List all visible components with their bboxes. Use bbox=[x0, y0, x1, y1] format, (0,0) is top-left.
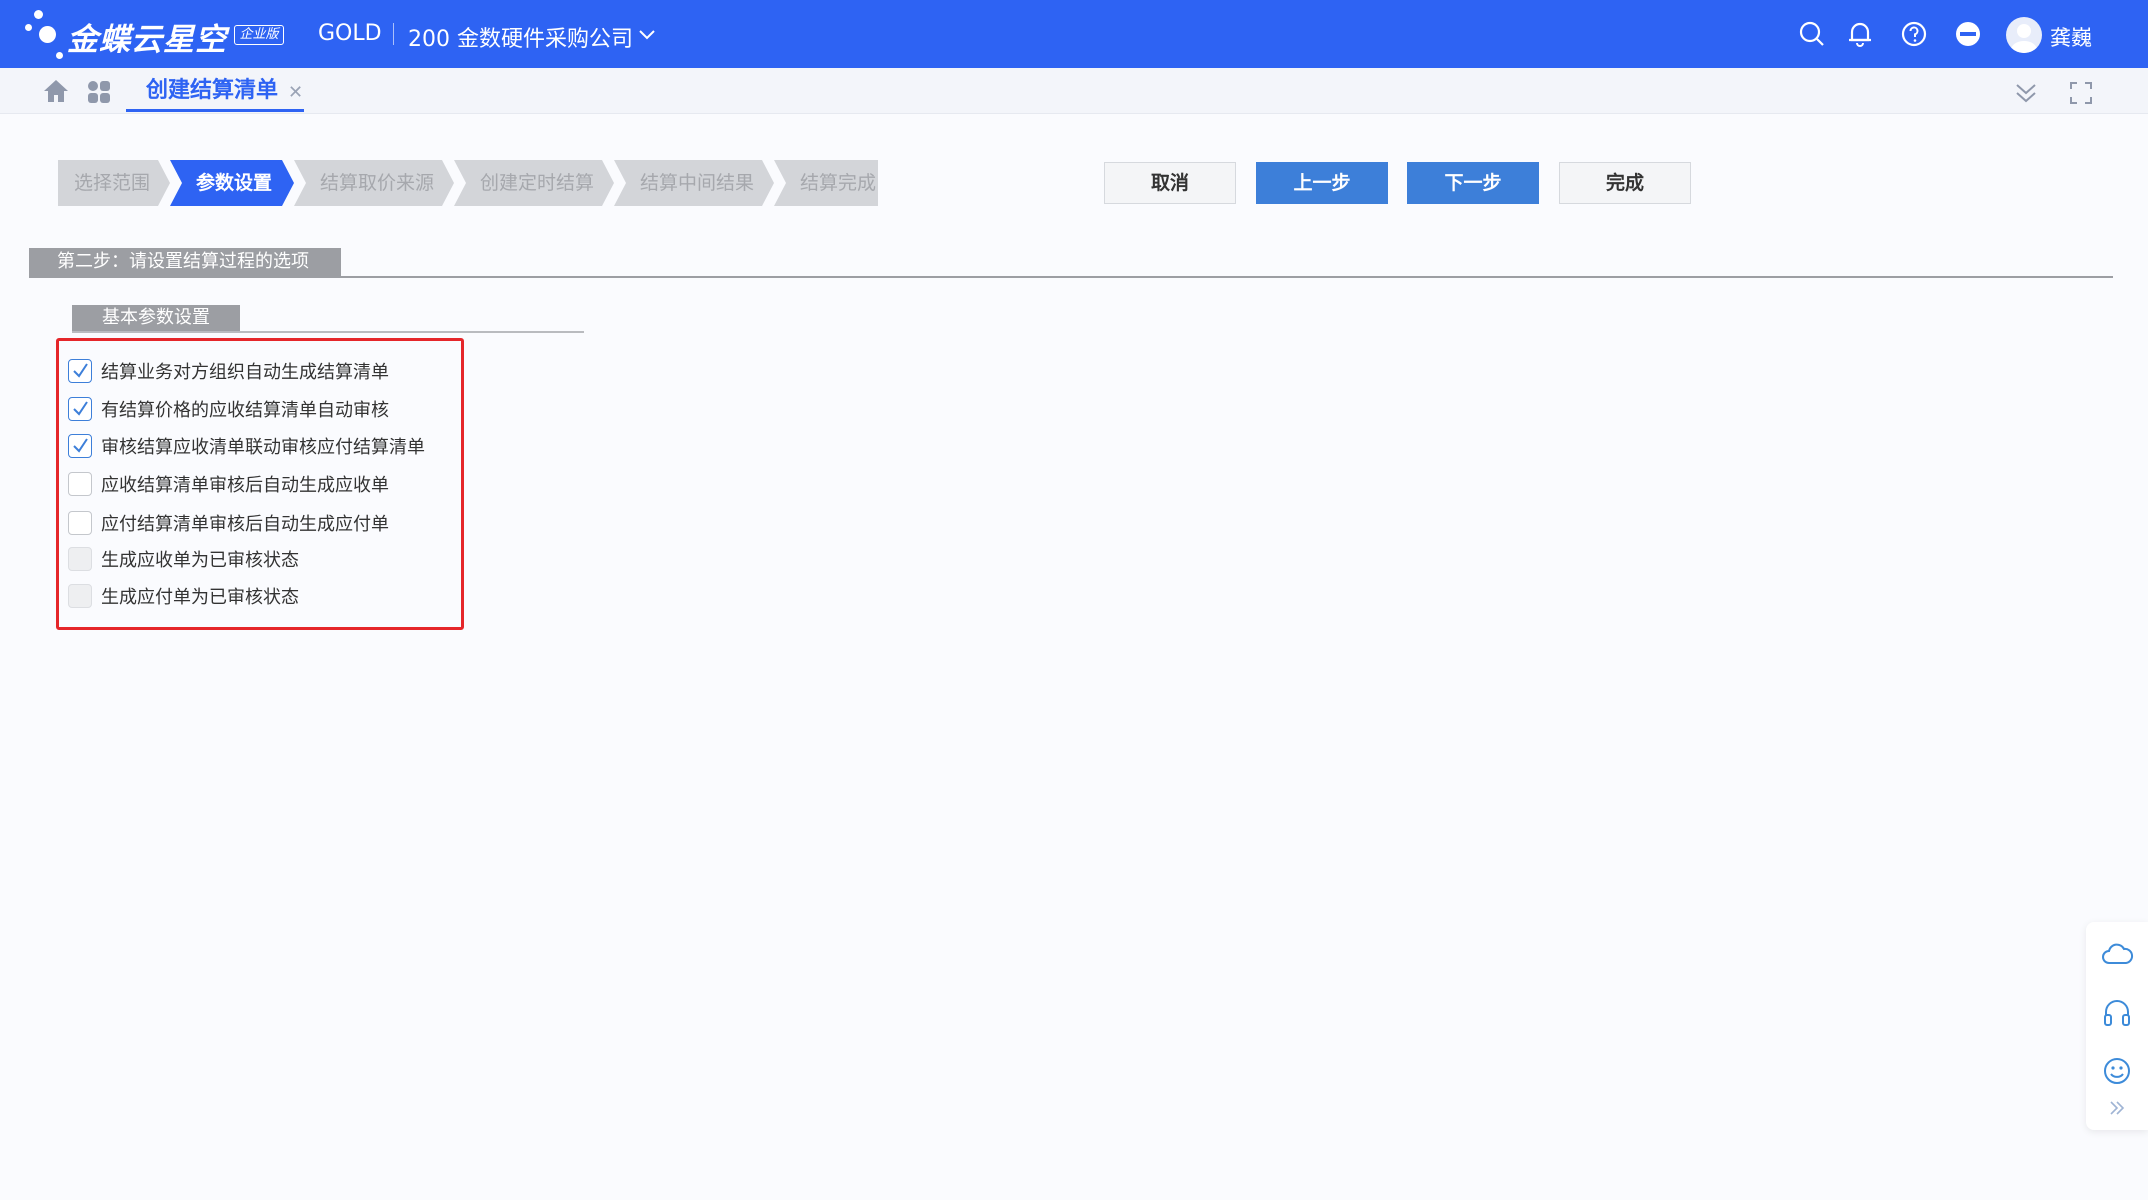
step-label: 结算完成 bbox=[800, 172, 877, 194]
option-label: 结算业务对方组织自动生成结算清单 bbox=[101, 362, 389, 383]
checkbox[interactable] bbox=[68, 511, 92, 535]
cancel-button[interactable]: 取消 bbox=[1104, 162, 1236, 204]
step-parameter-settings[interactable]: 参数设置 bbox=[170, 160, 294, 206]
chevron-down-icon[interactable] bbox=[636, 25, 658, 45]
option-auto-generate-counterparty[interactable]: 结算业务对方组织自动生成结算清单 bbox=[68, 357, 389, 385]
step-select-range[interactable]: 选择范围 bbox=[58, 160, 170, 206]
option-label: 生成应收单为已审核状态 bbox=[101, 550, 299, 571]
prev-step-button[interactable]: 上一步 bbox=[1256, 162, 1388, 204]
option-label: 审核结算应收清单联动审核应付结算清单 bbox=[101, 437, 425, 458]
option-linked-audit-payable[interactable]: 审核结算应收清单联动审核应付结算清单 bbox=[68, 432, 425, 460]
option-generate-receivable-bill[interactable]: 应收结算清单审核后自动生成应收单 bbox=[68, 470, 389, 498]
logo-dot bbox=[34, 10, 43, 19]
fullscreen-icon[interactable] bbox=[2068, 80, 2094, 106]
section-title: 第二步：请设置结算过程的选项 bbox=[29, 248, 341, 276]
checkbox[interactable] bbox=[68, 359, 92, 383]
step-label: 创建定时结算 bbox=[480, 172, 595, 194]
double-chevron-down-icon[interactable] bbox=[2012, 80, 2040, 106]
cloud-icon[interactable] bbox=[2100, 938, 2134, 972]
checkbox bbox=[68, 547, 92, 571]
smile-icon[interactable] bbox=[2100, 1054, 2134, 1088]
check-icon bbox=[73, 438, 88, 453]
brand-name: 金蝶云星空 bbox=[67, 22, 227, 58]
tab-label: 创建结算清单 bbox=[146, 78, 279, 103]
option-generate-payable-bill[interactable]: 应付结算清单审核后自动生成应付单 bbox=[68, 509, 389, 537]
double-chevron-right-icon[interactable] bbox=[2100, 1096, 2134, 1120]
search-icon[interactable] bbox=[1796, 18, 1828, 50]
step-intermediate-results[interactable]: 结算中间结果 bbox=[614, 160, 774, 206]
home-icon[interactable] bbox=[42, 78, 70, 104]
logo-dot bbox=[56, 52, 63, 59]
checkbox[interactable] bbox=[68, 434, 92, 458]
option-label: 生成应付单为已审核状态 bbox=[101, 587, 299, 608]
tab-create-settlement[interactable]: 创建结算清单 bbox=[126, 74, 304, 112]
option-label: 应付结算清单审核后自动生成应付单 bbox=[101, 514, 389, 535]
option-label: 应收结算清单审核后自动生成应收单 bbox=[101, 475, 389, 496]
minus-circle-icon[interactable] bbox=[1952, 18, 1984, 50]
next-step-button[interactable]: 下一步 bbox=[1407, 162, 1539, 204]
logo[interactable]: 金蝶云星空 企业版 bbox=[22, 2, 290, 64]
edition-badge: 企业版 bbox=[234, 25, 284, 45]
help-icon[interactable] bbox=[1898, 18, 1930, 50]
section-header: 第二步：请设置结算过程的选项 bbox=[29, 248, 2113, 278]
group-header: 基本参数设置 bbox=[72, 305, 584, 333]
option-receivable-audited: 生成应收单为已审核状态 bbox=[68, 545, 299, 573]
step-price-source[interactable]: 结算取价来源 bbox=[294, 160, 454, 206]
option-label: 有结算价格的应收结算清单自动审核 bbox=[101, 400, 389, 421]
headset-icon[interactable] bbox=[2100, 996, 2134, 1030]
check-icon bbox=[73, 363, 88, 378]
logo-dot bbox=[39, 26, 56, 43]
header-divider bbox=[393, 23, 394, 45]
user-icon bbox=[2011, 24, 2037, 53]
step-label: 参数设置 bbox=[196, 172, 273, 194]
floating-tool-panel bbox=[2086, 922, 2148, 1130]
wizard-stepper: 选择范围 参数设置 结算取价来源 创建定时结算 结算中间结果 结算完成 bbox=[58, 160, 880, 206]
check-icon bbox=[73, 401, 88, 416]
option-auto-audit-receivable[interactable]: 有结算价格的应收结算清单自动审核 bbox=[68, 395, 389, 423]
avatar[interactable] bbox=[2006, 17, 2042, 53]
step-complete[interactable]: 结算完成 bbox=[774, 160, 878, 206]
checkbox[interactable] bbox=[68, 397, 92, 421]
option-payable-audited: 生成应付单为已审核状态 bbox=[68, 582, 299, 610]
group-title: 基本参数设置 bbox=[72, 305, 240, 331]
finish-button[interactable]: 完成 bbox=[1559, 162, 1691, 204]
step-label: 结算取价来源 bbox=[320, 172, 435, 194]
checkbox bbox=[68, 584, 92, 608]
close-icon[interactable]: ✕ bbox=[288, 82, 303, 103]
tab-bar: 创建结算清单 ✕ bbox=[0, 68, 2148, 114]
logo-dot bbox=[25, 24, 32, 31]
tenant-name[interactable]: GOLD bbox=[318, 21, 382, 46]
bell-icon[interactable] bbox=[1844, 18, 1876, 50]
apps-grid-icon[interactable] bbox=[86, 79, 112, 105]
top-bar: 金蝶云星空 企业版 GOLD 200 金数硬件采购公司 龚巍 bbox=[0, 0, 2148, 68]
company-selector[interactable]: 200 金数硬件采购公司 bbox=[408, 21, 633, 53]
step-label: 结算中间结果 bbox=[640, 172, 755, 194]
step-label: 选择范围 bbox=[74, 172, 151, 194]
user-name[interactable]: 龚巍 bbox=[2050, 22, 2092, 52]
step-scheduled-settlement[interactable]: 创建定时结算 bbox=[454, 160, 614, 206]
checkbox[interactable] bbox=[68, 472, 92, 496]
